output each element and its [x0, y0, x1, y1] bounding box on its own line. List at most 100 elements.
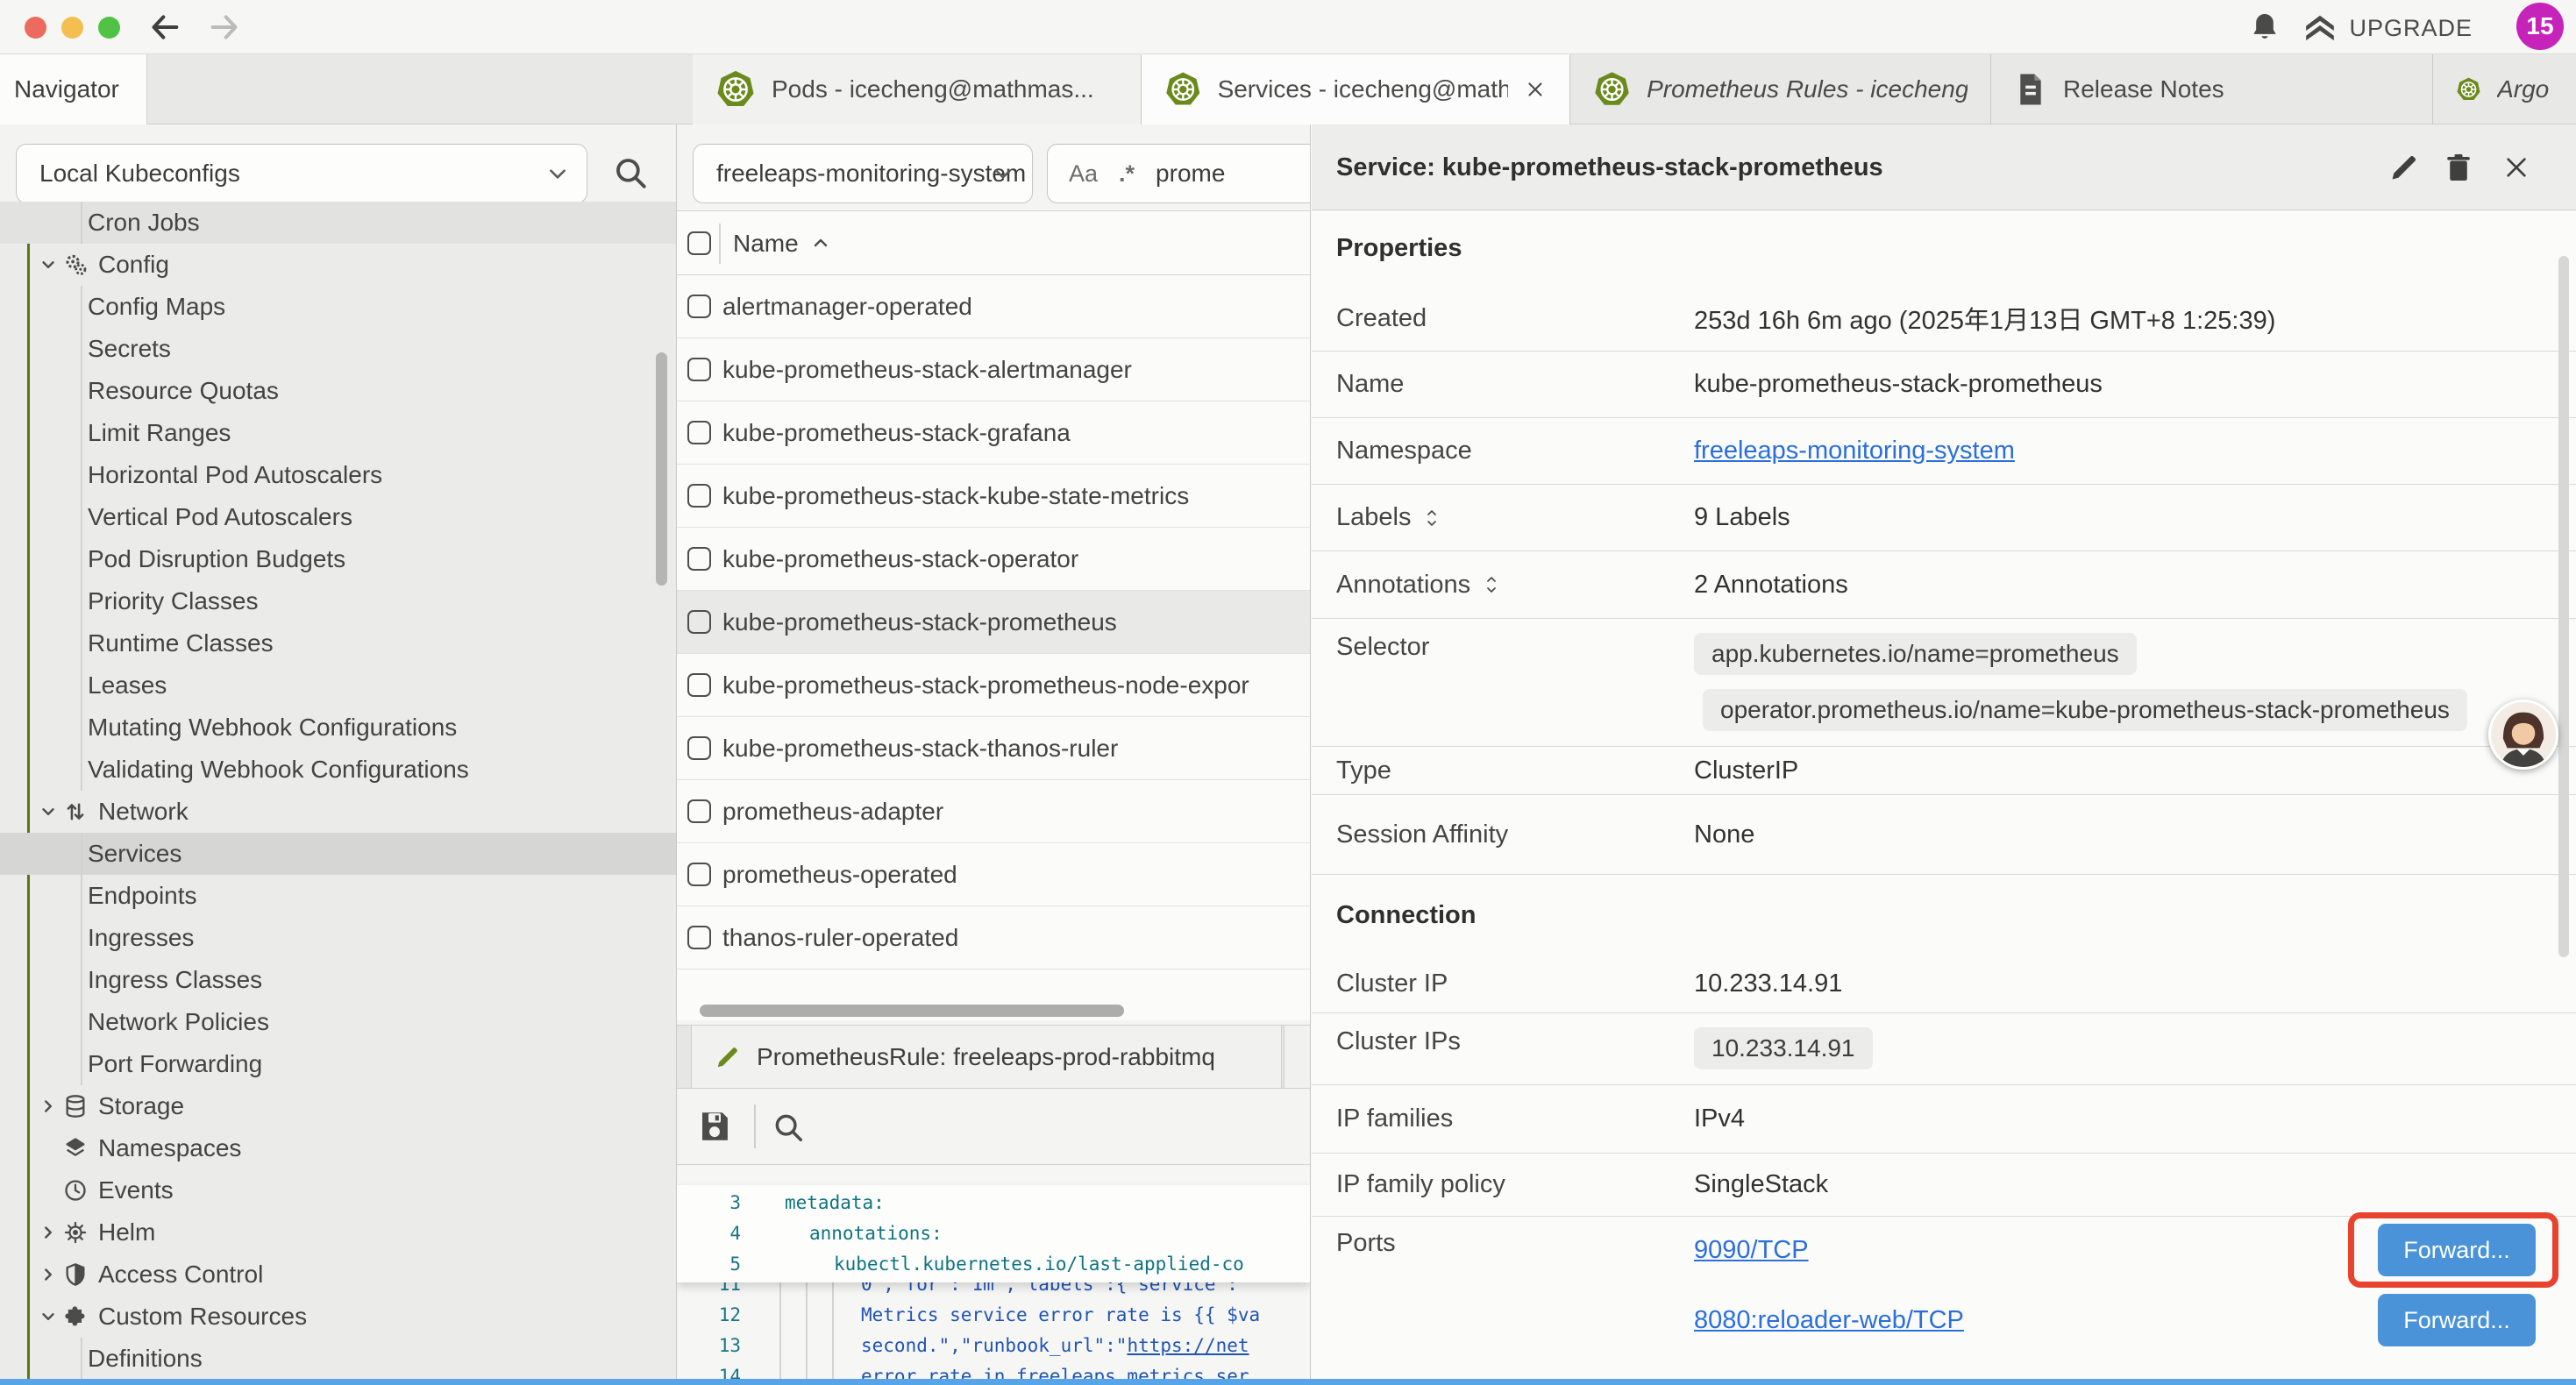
- editor-tab[interactable]: PrometheusRule: freeleaps-prod-rabbitmq: [691, 1026, 1282, 1088]
- sidebar-item-helm[interactable]: Helm: [0, 1211, 676, 1254]
- chevron-down-icon[interactable]: [39, 1307, 58, 1326]
- row-checkbox[interactable]: [687, 295, 711, 318]
- row-checkbox[interactable]: [687, 547, 711, 571]
- chevron-down-icon[interactable]: [39, 255, 58, 274]
- code-link[interactable]: https://net: [1127, 1335, 1249, 1356]
- sidebar-scrollbar[interactable]: [656, 352, 667, 586]
- namespace-select[interactable]: freeleaps-monitoring-system: [693, 144, 1033, 203]
- forward-button[interactable]: Forward...: [2378, 1224, 2536, 1276]
- sidebar-item-config[interactable]: Config: [0, 244, 676, 286]
- sort-ascending-icon[interactable]: [810, 232, 831, 253]
- sidebar-item-ingress-classes[interactable]: Ingress Classes: [0, 959, 676, 1001]
- port-link[interactable]: 9090/TCP: [1694, 1236, 1809, 1265]
- window-close-button[interactable]: [25, 17, 46, 39]
- chevron-right-icon[interactable]: [39, 1265, 58, 1284]
- notification-count-badge[interactable]: 15: [2516, 3, 2564, 50]
- window-maximize-button[interactable]: [98, 17, 120, 39]
- sidebar-item-cron-jobs[interactable]: Cron Jobs: [0, 202, 676, 244]
- table-row[interactable]: kube-prometheus-stack-prometheus: [677, 591, 1310, 654]
- sidebar-item-limit-ranges[interactable]: Limit Ranges: [0, 412, 676, 454]
- chevron-down-icon[interactable]: [39, 802, 58, 821]
- sidebar-item-ingresses[interactable]: Ingresses: [0, 917, 676, 959]
- row-checkbox[interactable]: [687, 926, 711, 949]
- list-horizontal-scrollbar[interactable]: [677, 1004, 1310, 1018]
- navigator-panel-tab[interactable]: Navigator: [0, 54, 147, 124]
- sidebar-item-definitions[interactable]: Definitions: [0, 1338, 676, 1380]
- match-case-toggle[interactable]: Aa: [1069, 160, 1098, 188]
- scrollbar-thumb[interactable]: [700, 1005, 1124, 1017]
- edit-pencil-icon[interactable]: [2388, 152, 2420, 183]
- close-icon[interactable]: [2502, 153, 2530, 181]
- sort-updown-icon[interactable]: [1421, 508, 1442, 529]
- sidebar-item-leases[interactable]: Leases: [0, 664, 676, 707]
- sidebar-item-validating-webhook-configurations[interactable]: Validating Webhook Configurations: [0, 749, 676, 791]
- filter-input[interactable]: Aa .* prome: [1047, 144, 1311, 203]
- sidebar-search-icon[interactable]: [612, 154, 649, 191]
- workspace-tab[interactable]: Prometheus Rules - icecheng...: [1570, 54, 1991, 124]
- table-row[interactable]: kube-prometheus-stack-prometheus-node-ex…: [677, 654, 1310, 717]
- sidebar-item-storage[interactable]: Storage: [0, 1085, 676, 1127]
- name-column-header[interactable]: Name: [733, 211, 799, 276]
- sidebar-item-port-forwarding[interactable]: Port Forwarding: [0, 1043, 676, 1085]
- row-checkbox[interactable]: [687, 736, 711, 760]
- assistant-avatar[interactable]: [2488, 700, 2558, 770]
- back-arrow-icon[interactable]: [147, 10, 182, 45]
- forward-button[interactable]: Forward...: [2378, 1294, 2536, 1346]
- row-checkbox[interactable]: [687, 421, 711, 444]
- sidebar-item-events[interactable]: Events: [0, 1169, 676, 1211]
- port-link[interactable]: 8080:reloader-web/TCP: [1694, 1306, 1964, 1335]
- sidebar-item-custom-resources[interactable]: Custom Resources: [0, 1296, 676, 1338]
- forward-arrow-icon[interactable]: [207, 10, 242, 45]
- table-row[interactable]: prometheus-operated: [677, 843, 1310, 906]
- row-checkbox[interactable]: [687, 799, 711, 823]
- table-row[interactable]: alertmanager-operated: [677, 275, 1310, 338]
- sidebar-item-priority-classes[interactable]: Priority Classes: [0, 580, 676, 622]
- chevron-right-icon[interactable]: [39, 1223, 58, 1242]
- table-row[interactable]: kube-prometheus-stack-thanos-ruler: [677, 717, 1310, 780]
- sidebar-item-network-policies[interactable]: Network Policies: [0, 1001, 676, 1043]
- kubeconfig-select[interactable]: Local Kubeconfigs: [16, 144, 587, 203]
- table-row[interactable]: thanos-ruler-operated: [677, 906, 1310, 970]
- sidebar-item-mutating-webhook-configurations[interactable]: Mutating Webhook Configurations: [0, 707, 676, 749]
- editor-tab[interactable]: [1284, 1026, 1311, 1088]
- delete-trash-icon[interactable]: [2443, 152, 2474, 183]
- yaml-editor[interactable]: 110","for":"1m","labels":{"service":12Me…: [677, 1166, 1310, 1385]
- namespace-link[interactable]: freeleaps-monitoring-system: [1694, 437, 2015, 465]
- sidebar-item-runtime-classes[interactable]: Runtime Classes: [0, 622, 676, 664]
- row-checkbox[interactable]: [687, 610, 711, 634]
- select-all-checkbox[interactable]: [687, 231, 711, 255]
- tab-close-icon[interactable]: [1524, 77, 1547, 102]
- sidebar-item-vertical-pod-autoscalers[interactable]: Vertical Pod Autoscalers: [0, 496, 676, 538]
- sidebar-item-namespaces[interactable]: Namespaces: [0, 1127, 676, 1169]
- sidebar-item-secrets[interactable]: Secrets: [0, 328, 676, 370]
- table-row[interactable]: kube-prometheus-stack-kube-state-metrics: [677, 465, 1310, 528]
- chevron-right-icon[interactable]: [39, 1097, 58, 1116]
- table-row[interactable]: kube-prometheus-stack-grafana: [677, 401, 1310, 465]
- sidebar-item-config-maps[interactable]: Config Maps: [0, 286, 676, 328]
- regex-toggle[interactable]: .*: [1119, 160, 1135, 188]
- workspace-tab[interactable]: Pods - icecheng@mathmas...: [693, 54, 1142, 124]
- save-icon[interactable]: [696, 1108, 733, 1145]
- sidebar-item-services[interactable]: Services: [0, 833, 676, 875]
- row-checkbox[interactable]: [687, 863, 711, 886]
- row-checkbox[interactable]: [687, 358, 711, 381]
- row-checkbox[interactable]: [687, 484, 711, 508]
- sidebar-item-access-control[interactable]: Access Control: [0, 1254, 676, 1296]
- detail-scrollbar[interactable]: [2558, 256, 2569, 957]
- row-checkbox[interactable]: [687, 673, 711, 697]
- sort-updown-icon[interactable]: [1481, 574, 1502, 595]
- window-minimize-button[interactable]: [61, 17, 83, 39]
- table-row[interactable]: kube-prometheus-stack-operator: [677, 528, 1310, 591]
- notifications-bell-icon[interactable]: [2248, 11, 2281, 44]
- workspace-tab[interactable]: Services - icecheng@math...: [1142, 54, 1570, 124]
- sidebar-item-horizontal-pod-autoscalers[interactable]: Horizontal Pod Autoscalers: [0, 454, 676, 496]
- sidebar-item-resource-quotas[interactable]: Resource Quotas: [0, 370, 676, 412]
- sidebar-item-network[interactable]: Network: [0, 791, 676, 833]
- sidebar-item-pod-disruption-budgets[interactable]: Pod Disruption Budgets: [0, 538, 676, 580]
- editor-search-icon[interactable]: [772, 1111, 805, 1144]
- upgrade-button[interactable]: UPGRADE: [2303, 11, 2473, 46]
- workspace-tab[interactable]: Argo Se: [2433, 54, 2576, 124]
- sidebar-item-endpoints[interactable]: Endpoints: [0, 875, 676, 917]
- table-row[interactable]: prometheus-adapter: [677, 780, 1310, 843]
- workspace-tab[interactable]: Release Notes: [1991, 54, 2433, 124]
